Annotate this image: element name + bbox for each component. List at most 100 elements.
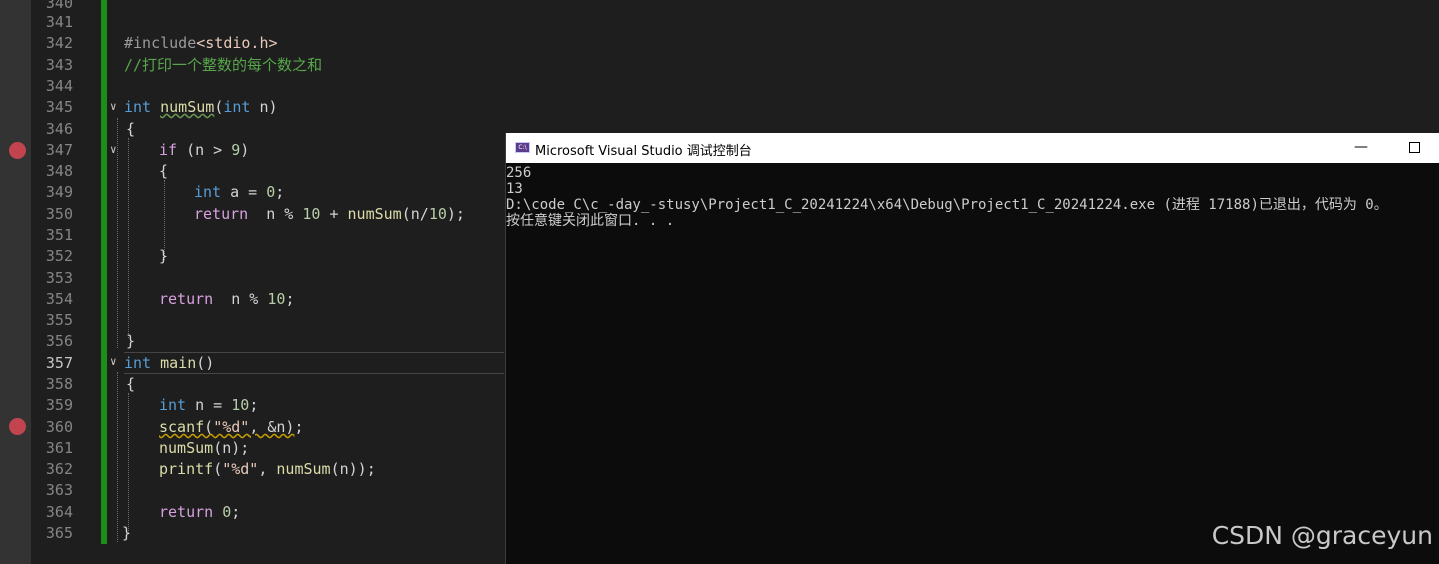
line-number: 344: [45, 77, 73, 95]
breakpoint-icon[interactable]: [9, 418, 26, 435]
line-number: 361: [45, 439, 73, 457]
punct: (: [214, 98, 224, 116]
indent-guide: [128, 138, 129, 338]
code-text: a =: [221, 183, 267, 201]
console-line: 按任意键关闭此窗口. . .: [506, 213, 675, 229]
punct: (: [213, 460, 223, 478]
number: 10: [231, 396, 250, 414]
code-line: scanf("%d", &n);: [159, 417, 304, 438]
punct: ;: [231, 503, 241, 521]
preprocessor: #include: [124, 34, 197, 52]
keyword: int: [223, 98, 251, 116]
breakpoint-icon[interactable]: [9, 142, 26, 159]
code-line: //打印一个整数的每个数之和: [124, 55, 322, 76]
keyword: int: [124, 98, 152, 116]
number: 9: [231, 141, 241, 159]
line-number: 356: [45, 332, 73, 350]
line-number: 365: [45, 524, 73, 542]
console-app-icon: C:\: [515, 142, 530, 153]
line-number: 350: [45, 205, 73, 223]
string-literal: "%d": [222, 460, 259, 478]
line-number: 352: [45, 247, 73, 265]
include-header: <stdio.h>: [196, 34, 278, 52]
indent-guide: [117, 118, 118, 348]
console-titlebar[interactable]: C:\ Microsoft Visual Studio 调试控制台 —: [506, 133, 1439, 163]
code-line: {: [126, 119, 135, 140]
indent-guide: [117, 372, 118, 542]
console-line: D:\code_C\c_-day_-stusy\Project1_C_20241…: [506, 197, 1388, 213]
code-line: }: [126, 331, 135, 352]
minimize-button[interactable]: —: [1346, 137, 1376, 159]
number: 10: [302, 205, 321, 223]
indent-guide: [128, 393, 129, 533]
code-line: return 0;: [159, 502, 240, 523]
punct: ;: [275, 183, 285, 201]
console-output[interactable]: 256 13 D:\code_C\c_-day_-stusy\Project1_…: [506, 165, 1439, 229]
code-line: return n % 10 + numSum(n/10);: [194, 204, 465, 225]
console-line: 13: [506, 181, 523, 197]
punct: ;: [249, 396, 259, 414]
punct: ;: [285, 290, 295, 308]
function-call: numSum: [276, 460, 331, 478]
maximize-button[interactable]: [1399, 137, 1429, 159]
console-title: Microsoft Visual Studio 调试控制台: [535, 144, 752, 159]
code-text: n %: [213, 290, 268, 308]
code-text: , &n): [249, 418, 295, 436]
line-number: 342: [45, 34, 73, 52]
function-name: numSum: [160, 98, 215, 116]
function-call: numSum: [159, 439, 214, 457]
code-text: n =: [186, 396, 232, 414]
function-call: scanf: [159, 418, 205, 436]
line-number: 358: [45, 375, 73, 393]
code-line: }: [159, 246, 168, 267]
number: 10: [267, 290, 286, 308]
brace: }: [122, 524, 132, 542]
code-text: (n >: [177, 141, 232, 159]
function-name: main: [160, 354, 197, 372]
code-line: {: [159, 161, 168, 182]
punct: ): [240, 141, 250, 159]
line-number-current: 357: [45, 354, 73, 372]
line-number: 347: [45, 141, 73, 159]
keyword: int: [194, 183, 222, 201]
keyword: return: [194, 205, 249, 223]
fold-chevron-icon[interactable]: ∨: [110, 355, 122, 368]
code-line: int a = 0;: [194, 182, 284, 203]
code-text: n): [250, 98, 278, 116]
code-line: int numSum(int n): [124, 97, 278, 118]
line-number: 360: [45, 418, 73, 436]
brace: {: [159, 162, 169, 180]
code-line: printf("%d", numSum(n));: [159, 459, 376, 480]
function-call: printf: [159, 460, 214, 478]
code-line: }: [122, 523, 131, 544]
brace: {: [126, 375, 136, 393]
fold-chevron-icon[interactable]: ∨: [110, 100, 122, 113]
breakpoint-margin[interactable]: [0, 0, 31, 564]
maximize-icon: [1409, 142, 1420, 153]
line-number: 362: [45, 460, 73, 478]
code-text: (n/: [401, 205, 429, 223]
line-number: 345: [45, 98, 73, 116]
code-line: int n = 10;: [159, 395, 258, 416]
code-line: if (n > 9): [159, 140, 249, 161]
fold-chevron-icon[interactable]: ∨: [110, 143, 122, 156]
debug-console-window[interactable]: C:\ Microsoft Visual Studio 调试控制台 — 256 …: [505, 133, 1439, 564]
number: 0: [222, 503, 232, 521]
line-number: 364: [45, 503, 73, 521]
code-text: (n);: [213, 439, 250, 457]
punct: (): [196, 354, 215, 372]
watermark: CSDN @graceyun: [1211, 521, 1433, 550]
line-number: 346: [45, 120, 73, 138]
brace: }: [126, 332, 136, 350]
line-number: 363: [45, 481, 73, 499]
line-number: 353: [45, 269, 73, 287]
code-line: numSum(n);: [159, 438, 249, 459]
punct: ;: [294, 418, 304, 436]
code-text: ,: [258, 460, 277, 478]
line-number: 359: [45, 396, 73, 414]
keyword: int: [124, 354, 152, 372]
code-text: (n));: [330, 460, 376, 478]
code-text: n %: [248, 205, 303, 223]
line-number: 354: [45, 290, 73, 308]
keyword: if: [159, 141, 178, 159]
